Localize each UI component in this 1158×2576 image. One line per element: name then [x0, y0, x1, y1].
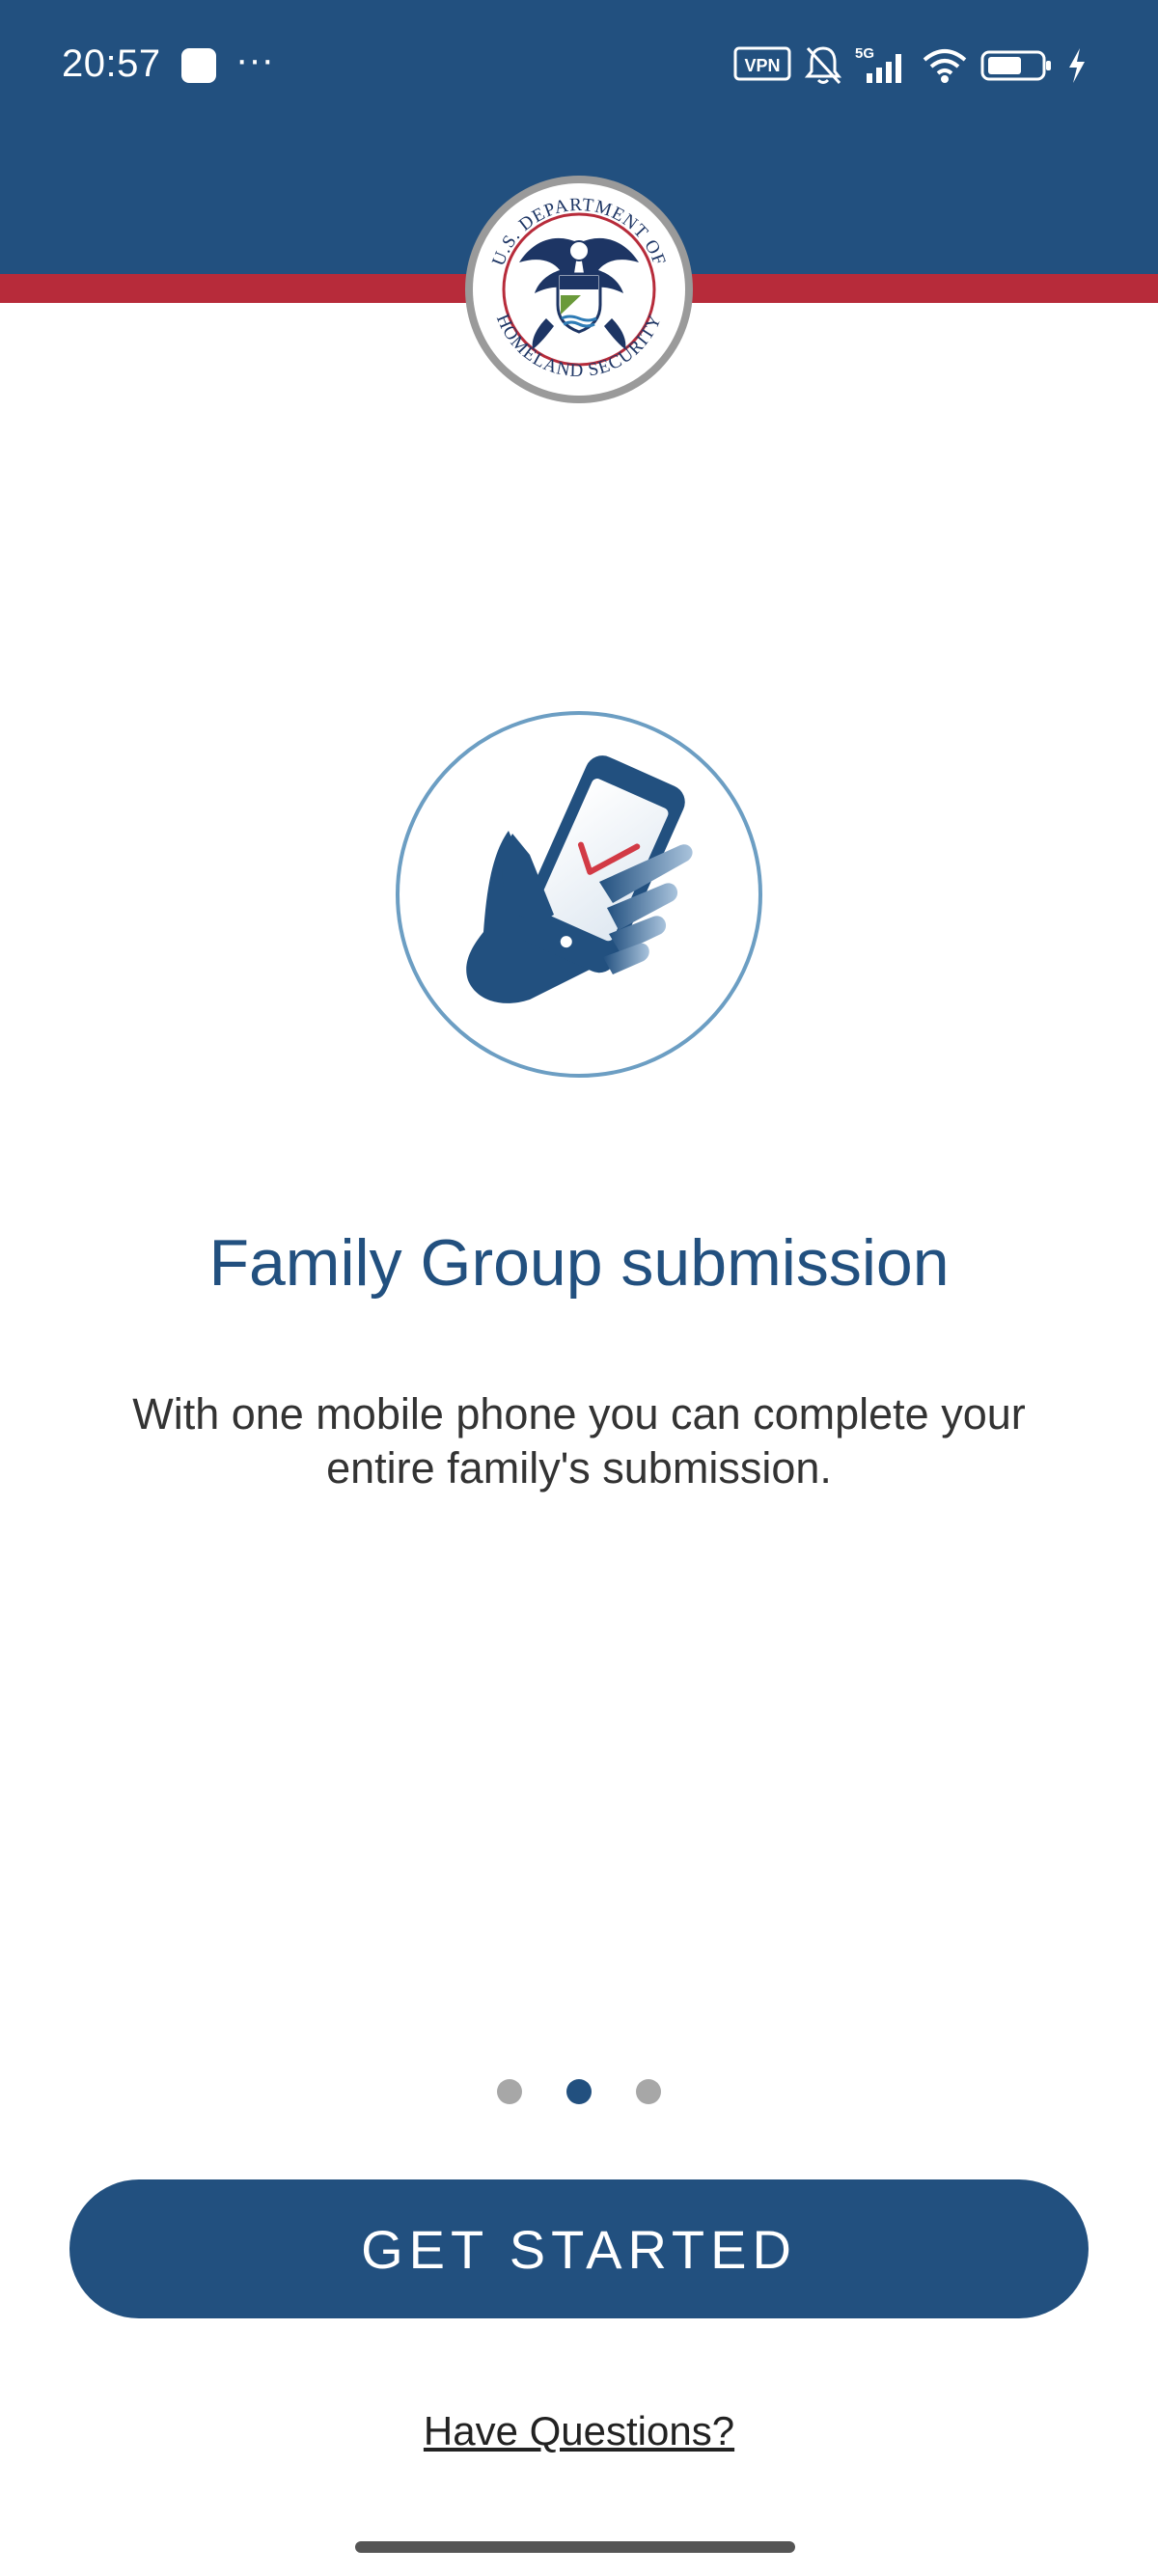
network-label: 5G — [855, 45, 874, 62]
page-dot-1[interactable] — [497, 2079, 522, 2104]
phone-in-hand-checkmark-icon — [396, 711, 762, 1078]
wifi-icon — [923, 49, 967, 83]
dhs-seal-logo: U.S. DEPARTMENT OF HOMELAND SECURITY — [465, 176, 693, 403]
home-indicator[interactable] — [355, 2541, 795, 2553]
vpn-icon: VPN — [733, 46, 791, 81]
app-notification-icon — [181, 48, 216, 83]
onboarding-description: With one mobile phone you can complete y… — [132, 1389, 1026, 1493]
bell-muted-icon — [804, 46, 842, 85]
status-time: 20:57 — [62, 42, 161, 85]
page-dot-2-active[interactable] — [566, 2079, 592, 2104]
onboarding-title: Family Group submission — [208, 1226, 950, 1300]
status-bar: 20:57 ··· VPN 5G — [0, 0, 1158, 135]
get-started-button[interactable]: GET STARTED — [69, 2179, 1089, 2318]
vpn-label: VPN — [744, 56, 780, 75]
more-notifications-icon: ··· — [235, 39, 274, 81]
battery-icon — [980, 50, 1051, 81]
charging-icon — [1069, 48, 1085, 83]
signal-icon: 5G — [855, 45, 901, 83]
have-questions-link[interactable]: Have Questions? — [0, 2408, 1158, 2454]
page-indicator — [0, 2079, 1158, 2108]
page-dot-3[interactable] — [636, 2079, 661, 2104]
status-icons: VPN 5G — [733, 44, 1100, 87]
